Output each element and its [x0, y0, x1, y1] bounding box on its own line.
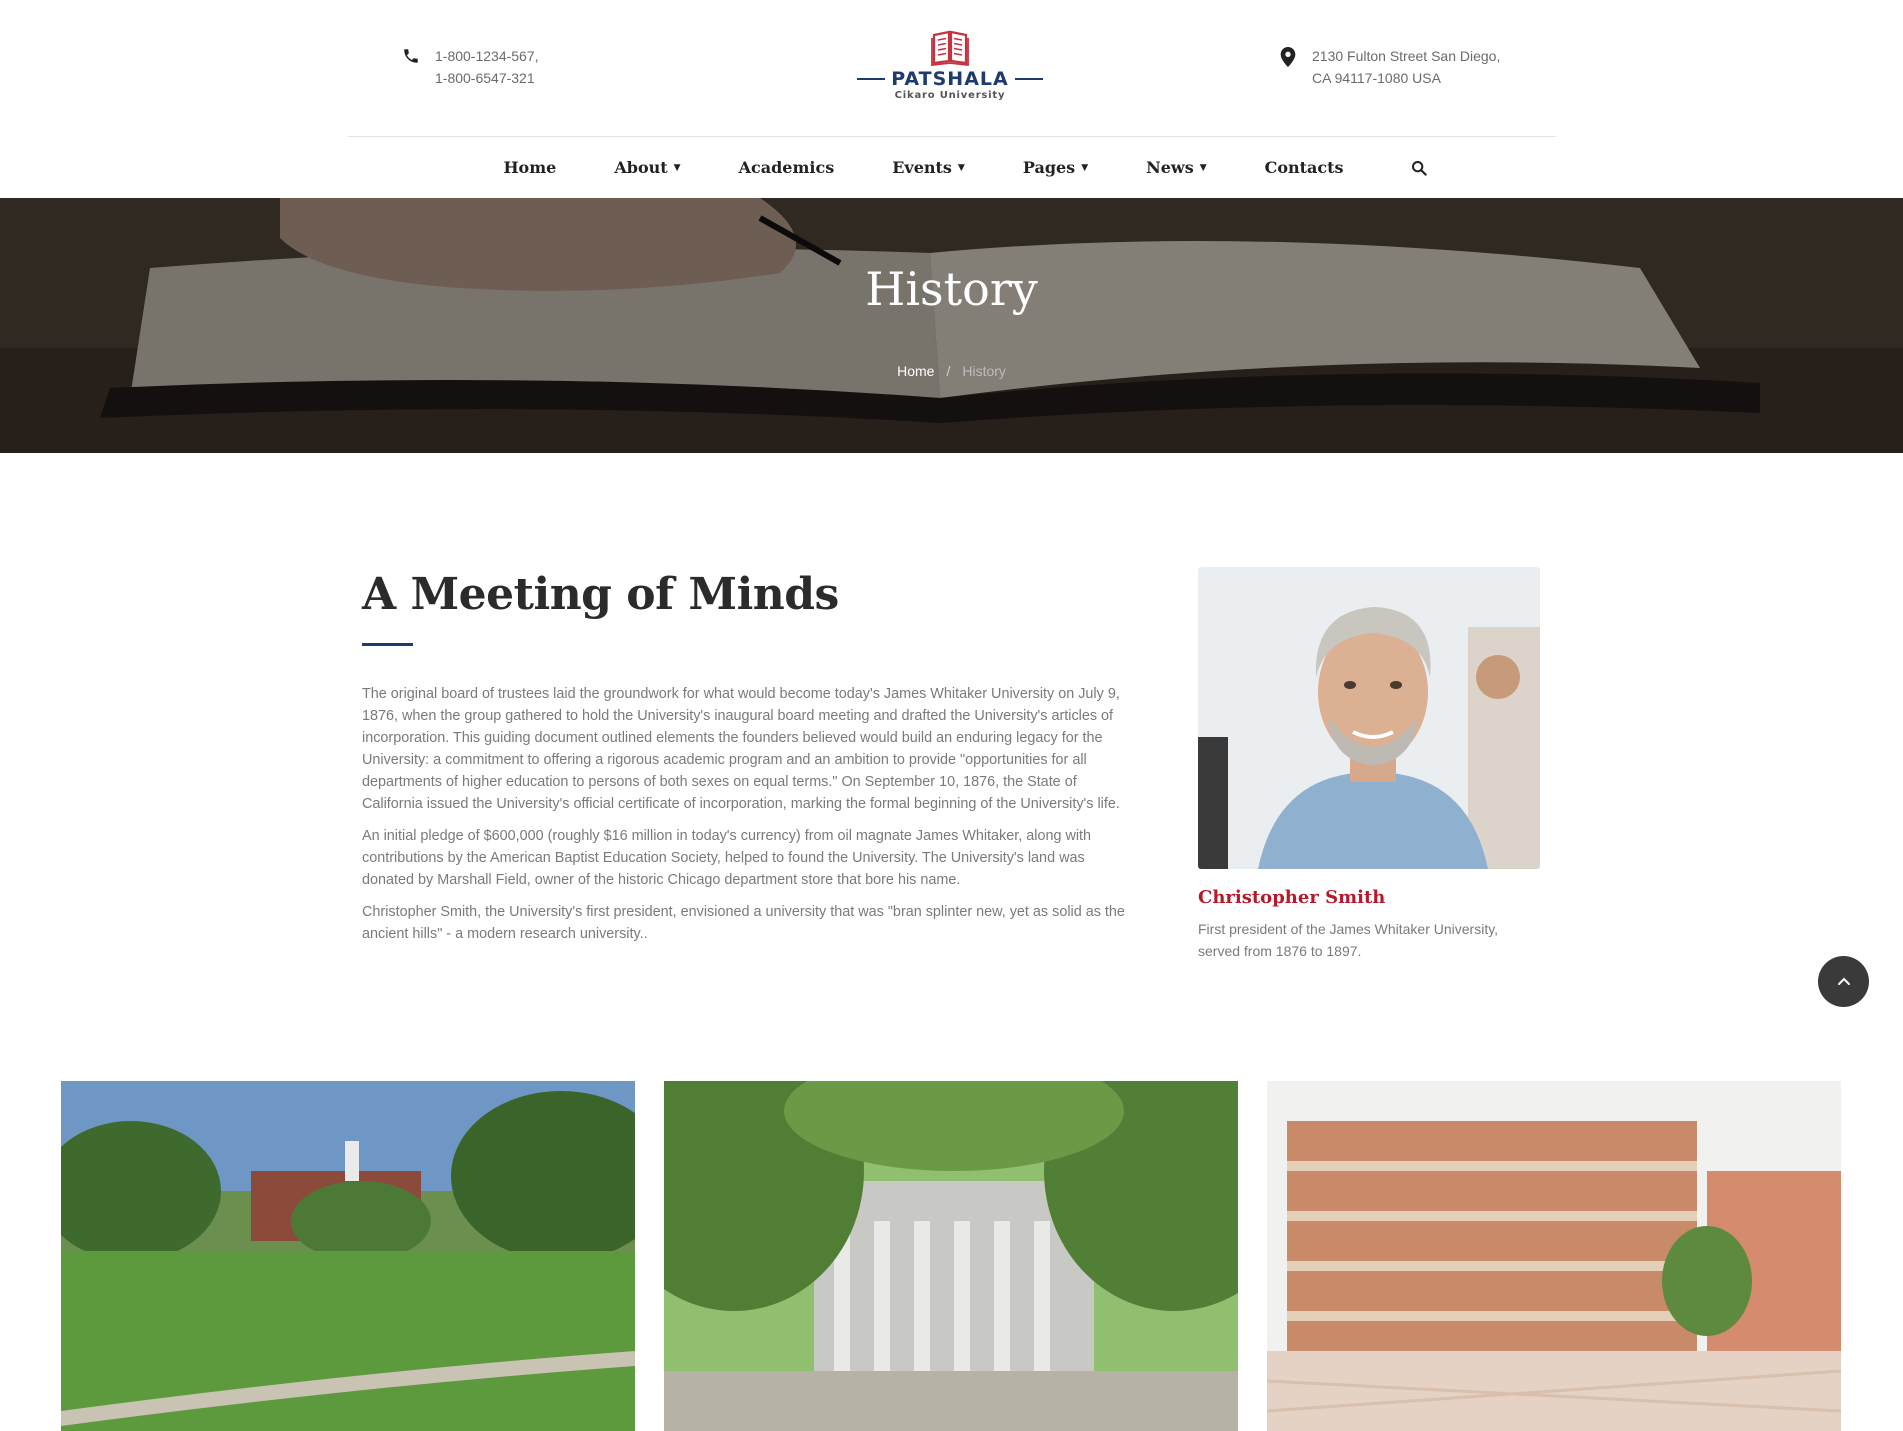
page-hero: History Home / History [0, 198, 1903, 453]
article-paragraph: The original board of trustees laid the … [362, 686, 1120, 812]
nav-item-pages[interactable]: Pages ▼ [994, 158, 1117, 177]
nav-item-contacts[interactable]: Contacts [1236, 158, 1373, 177]
nav-item-about[interactable]: About ▼ [585, 158, 709, 177]
campus-photo[interactable] [61, 1081, 635, 1431]
site-logo[interactable]: PATSHALA Cikaro University [850, 26, 1050, 110]
nav-item-home[interactable]: Home [474, 158, 585, 177]
breadcrumb: Home / History [0, 363, 1903, 379]
campus-gallery [0, 1081, 1903, 1431]
search-icon[interactable] [1409, 158, 1429, 178]
logo-subtitle: Cikaro University [894, 90, 1006, 101]
nav-item-events[interactable]: Events ▼ [863, 158, 994, 177]
campus-photo[interactable] [1267, 1081, 1841, 1431]
phone-number[interactable]: 1-800-6547-321 [435, 67, 539, 89]
address-contact: 2130 Fulton Street San Diego, CA 94117-1… [1278, 45, 1500, 89]
article-paragraph: Christopher Smith, the University's firs… [362, 904, 1125, 942]
nav-item-academics[interactable]: Academics [710, 158, 864, 177]
address-line: CA 94117-1080 USA [1312, 70, 1441, 86]
chevron-down-icon: ▼ [1081, 162, 1089, 173]
heading-underline [362, 643, 413, 646]
chevron-down-icon: ▼ [957, 162, 965, 173]
president-profile: Christopher Smith First president of the… [1198, 567, 1540, 962]
section-heading: A Meeting of Minds [362, 569, 839, 620]
president-photo [1198, 567, 1540, 869]
phone-icon [401, 45, 421, 67]
chevron-down-icon: ▼ [673, 162, 681, 173]
nav-item-news[interactable]: News ▼ [1117, 158, 1236, 177]
chevron-down-icon: ▼ [1199, 162, 1207, 173]
campus-photo[interactable] [664, 1081, 1238, 1431]
address-line: 2130 Fulton Street San Diego, [1312, 48, 1501, 64]
map-pin-icon [1278, 45, 1298, 67]
history-article: A Meeting of Minds The original board of… [362, 565, 1132, 945]
site-header: 1-800-1234-567, 1-800-6547-321 PATSHALA … [0, 0, 1903, 137]
phone-number[interactable]: 1-800-1234-567, [435, 45, 539, 67]
profile-name[interactable]: Christopher Smith [1198, 887, 1540, 908]
breadcrumb-home-link[interactable]: Home [897, 363, 934, 379]
chevron-up-icon [1837, 973, 1851, 991]
breadcrumb-current: History [962, 363, 1006, 379]
breadcrumb-separator: / [946, 363, 951, 379]
article-paragraph: An initial pledge of $600,000 (roughly $… [362, 828, 1092, 888]
main-nav: Home About ▼ Academics Events ▼ Pages ▼ New… [0, 137, 1903, 198]
logo-brand: PATSHALA [891, 68, 1009, 90]
phone-contact: 1-800-1234-567, 1-800-6547-321 [401, 45, 539, 89]
page-title: History [865, 262, 1038, 316]
scroll-to-top-button[interactable] [1818, 956, 1869, 1007]
profile-description: First president of the James Whitaker Un… [1198, 921, 1499, 959]
open-book-icon [931, 30, 969, 66]
